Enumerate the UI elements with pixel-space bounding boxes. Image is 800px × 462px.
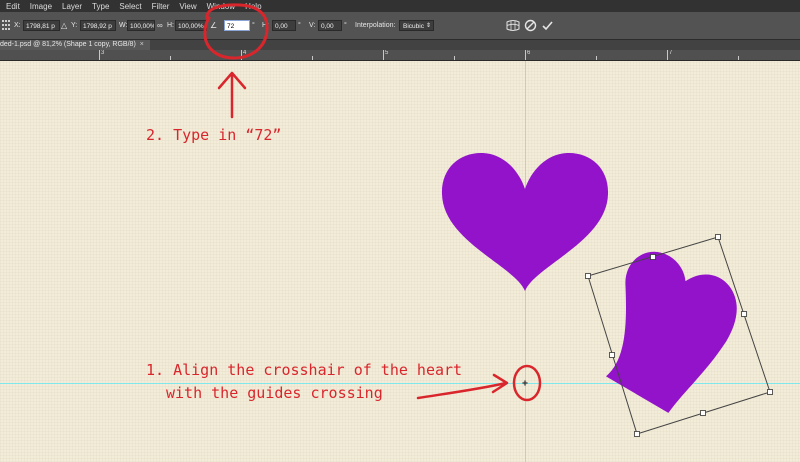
transformed-heart[interactable] (549, 225, 787, 462)
height-label: H: (167, 22, 174, 29)
heart-copy-shape[interactable] (574, 231, 763, 428)
options-bar: X: 1798,81 p △ Y: 1798,92 p W: 100,00% ∞… (0, 12, 800, 40)
transform-handle[interactable] (634, 431, 640, 437)
commit-transform-icon[interactable] (541, 19, 554, 32)
ruler-label: 6 (527, 50, 531, 56)
menu-bar: Edit Image Layer Type Select Filter View… (0, 0, 800, 12)
ruler-tick (312, 56, 313, 60)
vertical-skew-field[interactable]: 0,00 (318, 20, 342, 31)
transform-handle[interactable] (715, 234, 721, 240)
ruler-tick (454, 56, 455, 60)
menu-view[interactable]: View (179, 2, 196, 11)
vertical-skew-unit: ° (344, 22, 347, 29)
transform-handle[interactable] (650, 254, 656, 260)
transform-handle[interactable] (741, 311, 747, 317)
warp-mode-icon[interactable] (506, 19, 520, 32)
angle-icon: ∠ (210, 21, 218, 30)
x-position-field[interactable]: 1798,81 p (23, 20, 60, 31)
document-canvas[interactable]: 2. Type in “72” 1. Align the crosshair o… (0, 61, 800, 462)
transform-handle[interactable] (700, 410, 706, 416)
ruler-label: 5 (385, 50, 389, 56)
interpolation-label: Interpolation: (355, 22, 396, 29)
vertical-skew-label: V: (309, 22, 316, 29)
x-label: X: (14, 22, 21, 29)
ruler-label: 3 (101, 50, 105, 56)
menu-select[interactable]: Select (119, 2, 141, 11)
angle-degree-unit: ° (252, 22, 255, 29)
close-icon[interactable]: × (140, 41, 144, 48)
link-icon[interactable]: ∞ (157, 20, 163, 31)
canvas-artwork (0, 61, 800, 462)
ruler-tick (596, 56, 597, 60)
ruler-tick (241, 50, 242, 60)
interpolation-value: Bicubic (403, 23, 424, 30)
ruler-tick (667, 50, 668, 60)
menu-edit[interactable]: Edit (6, 2, 20, 11)
annotation-step-1-line-1: 1. Align the crosshair of the heart (146, 361, 463, 379)
height-field[interactable]: 100,00% (175, 20, 207, 31)
ruler-tick (525, 50, 526, 60)
menu-type[interactable]: Type (92, 2, 109, 11)
transform-handle[interactable] (609, 352, 615, 358)
horizontal-skew-unit: ° (298, 22, 301, 29)
reference-point-icon[interactable] (1, 18, 11, 32)
ruler-tick (99, 50, 100, 60)
document-tab-title: ded-1.psd @ 81,2% (Shape 1 copy, RGB/8) (0, 41, 136, 48)
interpolation-select[interactable]: Bicubic ⇕ (399, 20, 434, 31)
menu-layer[interactable]: Layer (62, 2, 82, 11)
document-tab[interactable]: ded-1.psd @ 81,2% (Shape 1 copy, RGB/8) × (0, 40, 150, 50)
menu-window[interactable]: Window (207, 2, 235, 11)
ruler-tick (383, 50, 384, 60)
transform-handle[interactable] (767, 389, 773, 395)
horizontal-ruler[interactable]: 3 4 5 6 7 (0, 50, 800, 61)
menu-image[interactable]: Image (30, 2, 52, 11)
y-label: Y: (71, 22, 78, 29)
annotation-arrow-up (217, 71, 247, 119)
width-field[interactable]: 100,00% (127, 20, 155, 31)
delta-icon[interactable]: △ (61, 20, 67, 31)
cancel-transform-icon[interactable] (524, 19, 537, 32)
horizontal-skew-field[interactable]: 0,00 (272, 20, 296, 31)
rotate-angle-field[interactable]: 72 (224, 20, 250, 31)
ruler-tick (738, 56, 739, 60)
annotation-step-2: 2. Type in “72” (146, 126, 282, 144)
ruler-label: 4 (243, 50, 247, 56)
document-tab-bar: ded-1.psd @ 81,2% (Shape 1 copy, RGB/8) × (0, 40, 800, 50)
menu-help[interactable]: Help (245, 2, 261, 11)
ruler-label: 7 (669, 50, 673, 56)
y-position-field[interactable]: 1798,92 p (80, 20, 116, 31)
chevron-updown-icon: ⇕ (425, 23, 431, 29)
annotation-step-1-line-2: with the guides crossing (166, 384, 383, 402)
transform-handle[interactable] (585, 273, 591, 279)
horizontal-skew-label: H: (262, 22, 269, 29)
menu-filter[interactable]: Filter (152, 2, 170, 11)
ruler-tick (170, 56, 171, 60)
crosshair-icon[interactable] (522, 380, 528, 386)
